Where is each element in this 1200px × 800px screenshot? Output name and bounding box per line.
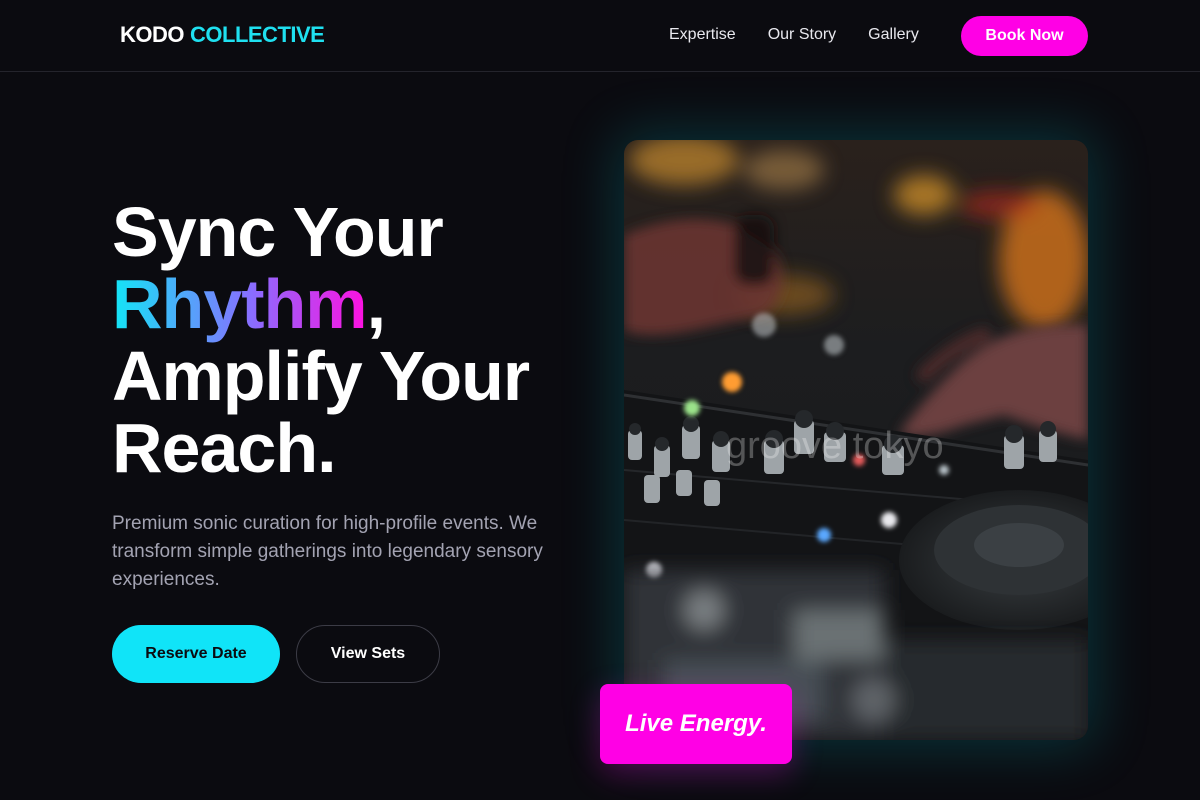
dj-mixer-image: groove tokyo <box>624 140 1088 740</box>
nav-link-expertise[interactable]: Expertise <box>669 26 736 44</box>
reserve-date-button[interactable]: Reserve Date <box>112 625 280 683</box>
brand-logo[interactable]: KODO COLLECTIVE <box>120 22 325 48</box>
site-header: KODO COLLECTIVE Expertise Our Story Galle… <box>0 0 1200 72</box>
brand-name-primary: KODO <box>120 22 185 47</box>
hero-subtitle: Premium sonic curation for high-profile … <box>112 513 543 590</box>
hero-image-card: groove tokyo <box>624 140 1088 740</box>
hero-title-line-1: Sync Your <box>112 193 444 271</box>
nav-link-gallery[interactable]: Gallery <box>868 26 919 44</box>
image-overlay-text: groove tokyo <box>726 425 944 467</box>
hero-title: Sync Your Rhythm, Amplify Your Reach. <box>112 193 530 487</box>
hero-accent-word: Rhythm <box>112 265 368 343</box>
hero-title-line-3: Amplify Your <box>112 337 530 415</box>
book-now-button[interactable]: Book Now <box>961 16 1088 56</box>
hero-accent-suffix: , <box>366 265 386 343</box>
nav-link-our-story[interactable]: Our Story <box>768 26 836 44</box>
brand-name-secondary: COLLECTIVE <box>190 22 325 47</box>
hero-title-line-2: Rhythm, <box>112 268 529 340</box>
main-nav: Expertise Our Story Gallery <box>669 26 951 44</box>
view-sets-button[interactable]: View Sets <box>296 625 440 683</box>
live-energy-badge: Live Energy. <box>600 684 792 764</box>
hero-title-line-4: Reach. <box>112 409 337 487</box>
